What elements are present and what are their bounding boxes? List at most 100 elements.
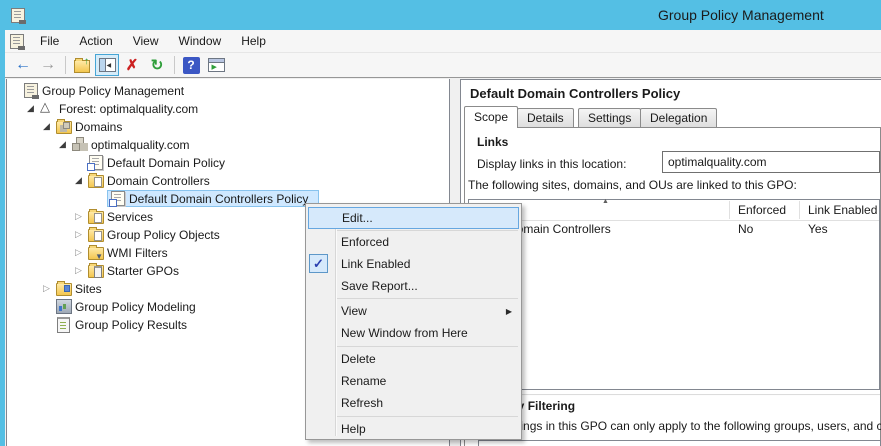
export-list-button[interactable] [204,54,228,76]
context-menu: Edit... Enforced Link Enabled Save Repor… [305,203,522,440]
links-table-intro: The following sites, domains, and OUs ar… [468,178,797,192]
expander-icon[interactable] [72,228,85,241]
tree-item-label: Starter GPOs [107,264,179,278]
tree-item-group-policy-management[interactable]: Group Policy Management [7,82,447,100]
tree-item-label: Services [107,210,153,224]
context-menu-refresh[interactable]: Refresh [308,392,519,414]
tab-settings[interactable]: Settings [578,108,641,127]
tab-details[interactable]: Details [517,108,574,127]
tree-item-default-domain-policy[interactable]: Default Domain Policy [7,154,447,172]
linked-gpo-table: Location Enforced Link Enabled Domain Co… [468,199,880,390]
gpo-title: Default Domain Controllers Policy [470,86,680,101]
up-one-level-button[interactable] [70,54,94,76]
tree-item-label: Group Policy Management [42,84,184,98]
gpo-link-icon [89,155,103,170]
location-dropdown-value: optimalquality.com [668,155,766,169]
tree-item-label: optimalquality.com [91,138,189,152]
expander-icon[interactable] [72,210,85,223]
context-menu-enforced[interactable]: Enforced [308,231,519,253]
tree-item-label: Forest: optimalquality.com [59,102,198,116]
forward-icon: → [40,56,56,74]
expander-icon[interactable] [72,264,85,277]
menu-action[interactable]: Action [69,30,122,52]
submenu-arrow-icon [506,307,512,316]
back-button[interactable]: ← [11,54,35,76]
ou-folder-icon [88,175,104,188]
table-header-row: Location Enforced Link Enabled [469,200,879,221]
forward-button[interactable]: → [36,54,60,76]
ou-folder-icon [88,211,104,224]
title-bar: Group Policy Management [0,0,881,30]
starter-gpos-folder-icon [88,265,104,278]
help-button[interactable]: ? [179,54,203,76]
menu-window[interactable]: Window [169,30,232,52]
context-menu-help[interactable]: Help [308,418,519,440]
tree-item-label: Group Policy Objects [107,228,220,242]
context-menu-rename[interactable]: Rename [308,370,519,392]
column-header-link-enabled[interactable]: Link Enabled [808,203,877,217]
table-row[interactable]: Domain Controllers No Yes [469,220,879,238]
display-links-label: Display links in this location: [477,157,626,171]
sort-ascending-icon [602,198,609,205]
modeling-icon [56,299,72,314]
sites-folder-icon [56,283,72,296]
domains-folder-icon [56,121,72,134]
location-dropdown[interactable]: optimalquality.com [662,151,880,173]
show-console-tree-button[interactable] [95,54,119,76]
gpmc-window: Group Policy Management File Action View… [0,0,881,446]
context-menu-edit[interactable]: Edit... [308,207,519,229]
tree-item-label: Domain Controllers [107,174,210,188]
security-filtering-list[interactable] [478,440,881,446]
delete-button[interactable]: ✗ [120,54,144,76]
context-menu-delete[interactable]: Delete [308,348,519,370]
menu-bar: File Action View Window Help [5,30,881,53]
toolbar-separator [174,56,175,74]
tree-item-domain-controllers[interactable]: Domain Controllers [7,172,447,190]
help-icon: ? [183,57,200,74]
forest-icon [40,101,55,115]
wmi-filters-folder-icon [88,247,104,260]
menu-help[interactable]: Help [231,30,276,52]
menu-file[interactable]: File [30,30,69,52]
tree-item-label: WMI Filters [107,246,168,260]
column-divider[interactable] [799,201,800,219]
show-console-tree-icon [99,58,116,72]
export-list-icon [208,58,225,72]
expander-icon[interactable] [40,282,53,295]
menu-view[interactable]: View [123,30,169,52]
context-menu-save-report[interactable]: Save Report... [308,275,519,297]
toolbar: ← → ✗ ↻ ? [5,53,881,78]
column-divider[interactable] [729,201,730,219]
console-child-icon[interactable] [10,34,24,49]
menu-separator [337,416,518,417]
tree-item-forest[interactable]: Forest: optimalquality.com [7,100,447,118]
expander-icon[interactable] [72,246,85,259]
domain-icon [72,137,87,150]
context-menu-view[interactable]: View [308,300,519,322]
expander-icon[interactable] [56,138,69,151]
column-header-enforced[interactable]: Enforced [738,203,786,217]
tree-item-label: Group Policy Modeling [75,300,196,314]
expander-icon[interactable] [24,102,37,115]
window-left-border [0,30,5,446]
tree-item-domains[interactable]: Domains [7,118,447,136]
gpo-link-icon [111,191,125,206]
cell-enforced: No [738,222,753,236]
context-menu-link-enabled[interactable]: Link Enabled [308,253,519,275]
expander-icon[interactable] [40,120,53,133]
tree-item-label: Default Domain Policy [107,156,225,170]
context-menu-new-window-from-here[interactable]: New Window from Here [308,322,519,344]
expander-icon[interactable] [72,174,85,187]
tree-item-domain-optimalquality[interactable]: optimalquality.com [7,136,447,154]
results-icon [57,317,70,333]
refresh-button[interactable]: ↻ [145,54,169,76]
security-filtering-description: The settings in this GPO can only apply … [477,419,881,433]
menu-separator [337,298,518,299]
scope-tab-panel: Links Display links in this location: op… [464,127,881,446]
tab-delegation[interactable]: Delegation [640,108,717,127]
gpmc-icon [24,83,38,98]
tab-scope[interactable]: Scope [464,106,518,128]
up-one-level-icon [74,60,90,73]
back-icon: ← [15,56,31,74]
tree-item-label: Default Domain Controllers Policy [129,192,308,206]
